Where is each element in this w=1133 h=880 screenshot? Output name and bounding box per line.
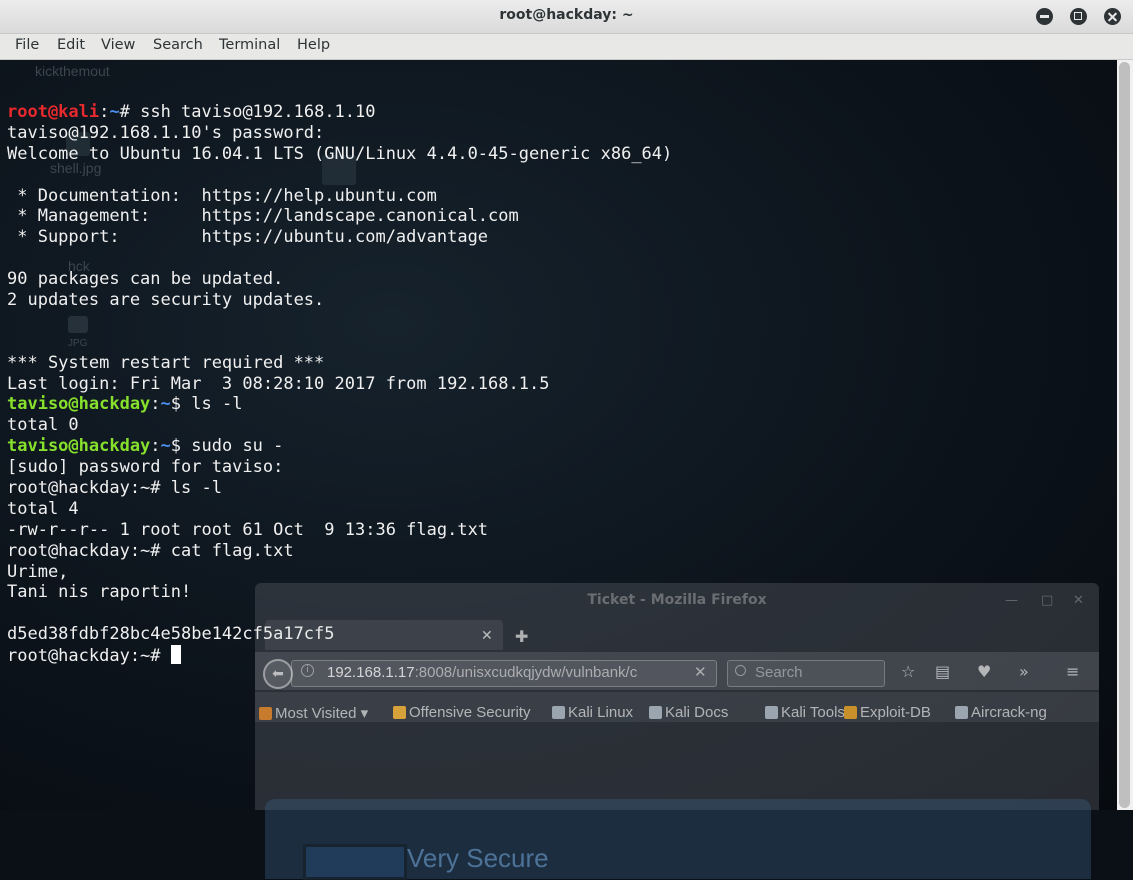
terminal-text: taviso@192.168.1.10's password: (7, 122, 325, 143)
terminal-line: -rw-r--r-- 1 root root 61 Oct 9 13:36 fl… (7, 520, 672, 541)
terminal-text: root@hackday:~# cat flag.txt (7, 540, 294, 561)
terminal-text: total 4 (7, 498, 79, 519)
menu-edit[interactable]: Edit (57, 37, 85, 53)
terminal-line: root@hackday:~# cat flag.txt (7, 541, 672, 562)
terminal-text: root@kali (7, 102, 100, 122)
terminal-line: taviso@hackday:~$ ls -l (7, 394, 672, 415)
desktop-label-kickthemout: kickthemout (35, 63, 110, 79)
maximize-icon[interactable] (1070, 8, 1087, 25)
terminal-line: root@hackday:~# ls -l (7, 478, 672, 499)
terminal-line: taviso@192.168.1.10's password: (7, 123, 672, 144)
terminal-text: ~ (109, 102, 120, 122)
menu-terminal[interactable]: Terminal (219, 37, 280, 53)
terminal-text: Urime, (7, 561, 69, 582)
terminal-text: $ sudo su - (170, 436, 284, 457)
terminal-line: Tani nis raportin! (7, 582, 672, 603)
scrollbar-thumb[interactable] (1119, 62, 1130, 808)
terminal-line: d5ed38fdbf28bc4e58be142cf5a17cf5 (7, 624, 672, 645)
terminal-line: Last login: Fri Mar 3 08:28:10 2017 from… (7, 374, 672, 395)
page-logo (303, 844, 407, 880)
terminal-line: root@kali:~# ssh taviso@192.168.1.10 (7, 102, 672, 123)
terminal-text: root@hackday:~# (7, 646, 171, 667)
terminal-text: -rw-r--r-- 1 root root 61 Oct 9 13:36 fl… (7, 519, 489, 540)
menu-file[interactable]: File (15, 37, 39, 53)
terminal-line: * Management: https://landscape.canonica… (7, 206, 672, 227)
firefox-close-icon[interactable]: ✕ (1073, 593, 1084, 608)
terminal-text: * Management: https://landscape.canonica… (7, 206, 519, 227)
terminal-text: [sudo] password for taviso: (7, 457, 284, 478)
terminal-line: * Support: https://ubuntu.com/advantage (7, 227, 672, 248)
terminal-text: taviso@hackday (7, 436, 151, 457)
terminal-text: ~ (160, 394, 171, 415)
terminal-text: d5ed38fdbf28bc4e58be142cf5a17cf5 (7, 624, 335, 645)
terminal-text: total 0 (7, 415, 79, 436)
terminal-text: # ssh taviso@192.168.1.10 (119, 102, 376, 122)
menu-bar: File Edit View Search Terminal Help (0, 34, 1133, 60)
minimize-icon[interactable] (1036, 8, 1053, 25)
window-titlebar[interactable]: root@hackday: ~ (0, 0, 1133, 34)
terminal-output: root@kali:~# ssh taviso@192.168.1.10 tavi… (7, 102, 672, 666)
terminal-text: Tani nis raportin! (7, 582, 192, 603)
page-heading: Very Secure (407, 843, 549, 873)
terminal-line: total 0 (7, 415, 672, 436)
terminal-line: total 4 (7, 499, 672, 520)
firefox-maximize-icon[interactable]: □ (1041, 593, 1053, 608)
terminal-text: taviso@hackday (7, 394, 151, 415)
terminal-text: : (150, 394, 161, 415)
close-icon[interactable] (1104, 8, 1121, 25)
terminal-text: 2 updates are security updates. (7, 290, 325, 311)
terminal-line: * Documentation: https://help.ubuntu.com (7, 186, 672, 207)
terminal-text: root@hackday:~# ls -l (7, 478, 222, 499)
terminal-text: Welcome to Ubuntu 16.04.1 LTS (GNU/Linux… (7, 143, 673, 164)
terminal-line: *** System restart required *** (7, 353, 672, 374)
terminal-cursor (170, 645, 181, 665)
menu-search[interactable]: Search (153, 37, 203, 53)
terminal-text: * Documentation: https://help.ubuntu.com (7, 185, 437, 206)
terminal-line: 90 packages can be updated. (7, 269, 672, 290)
terminal-line: Welcome to Ubuntu 16.04.1 LTS (GNU/Linux… (7, 144, 672, 165)
menu-help[interactable]: Help (297, 37, 330, 53)
window-title: root@hackday: ~ (499, 7, 634, 23)
terminal-line: taviso@hackday:~$ sudo su - (7, 436, 672, 457)
terminal-text: $ ls -l (170, 394, 243, 415)
terminal-text: 90 packages can be updated. (7, 269, 284, 290)
terminal-text: : (99, 102, 110, 122)
terminal-line: 2 updates are security updates. (7, 290, 672, 311)
firefox-minimize-icon[interactable]: — (1005, 593, 1018, 608)
terminal-area[interactable]: kickthemout shell.jpg hck JPG Ticket - M… (0, 60, 1117, 810)
menu-view[interactable]: View (101, 37, 135, 53)
terminal-line: root@hackday:~# (7, 645, 672, 666)
terminal-text: * Support: https://ubuntu.com/advantage (7, 227, 489, 248)
terminal-line: Urime, (7, 562, 672, 583)
terminal-text: *** System restart required *** (7, 352, 325, 373)
terminal-line: [sudo] password for taviso: (7, 457, 672, 478)
terminal-text: Last login: Fri Mar 3 08:28:10 2017 from… (7, 373, 550, 394)
page-content (265, 799, 1091, 879)
terminal-text: : (150, 436, 161, 457)
terminal-text: ~ (160, 436, 171, 457)
